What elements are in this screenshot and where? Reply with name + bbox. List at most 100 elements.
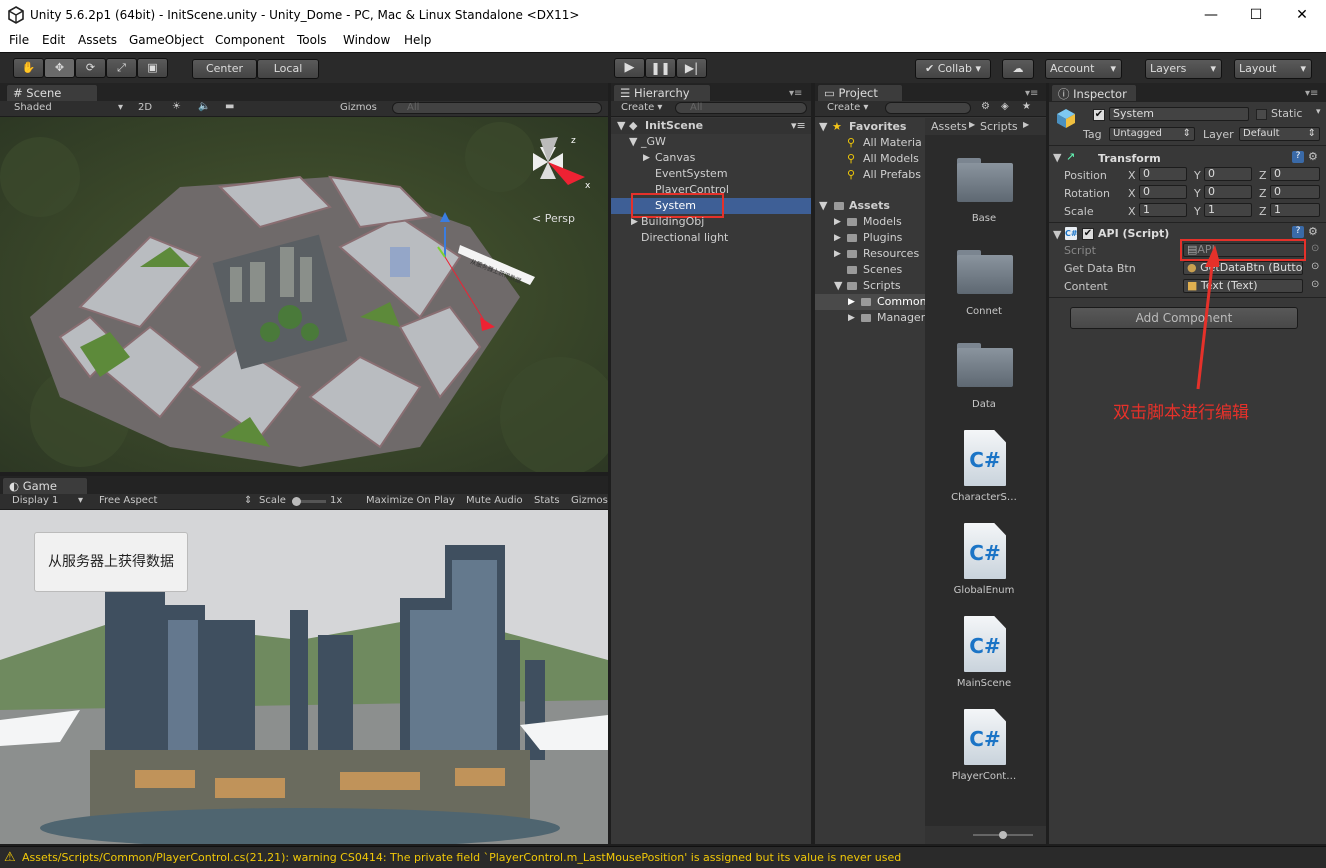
tag-dropdown[interactable]: Untagged ⇕ — [1109, 127, 1195, 141]
scene-root-row[interactable]: ▼ ◆ InitScene ▾≡ — [611, 118, 811, 134]
display-dropdown[interactable]: Display 1 — [12, 495, 58, 506]
scale-y-field[interactable]: 1 — [1204, 203, 1252, 217]
hand-tool-icon[interactable]: ✋ — [13, 58, 44, 78]
script-foldout-icon[interactable]: ▼ — [1053, 228, 1061, 241]
tab-hierarchy[interactable]: ☰ Hierarchy — [613, 84, 711, 101]
object-picker-icon[interactable]: ⊙ — [1311, 243, 1319, 254]
favorites-row[interactable]: ▼ ★ Favorites — [815, 119, 925, 135]
scale-z-field[interactable]: 1 — [1270, 203, 1320, 217]
component-enabled-checkbox[interactable]: ✔ — [1082, 228, 1094, 240]
panel-menu-icon[interactable]: ▾≡ — [1305, 88, 1318, 99]
list-item[interactable]: ▶ Canvas — [611, 150, 811, 166]
scale-slider-thumb[interactable] — [292, 497, 301, 506]
favorite-star-icon[interactable]: ★ — [1022, 101, 1031, 112]
rect-tool-icon[interactable]: ▣ — [137, 58, 168, 78]
object-name-field[interactable]: System — [1109, 107, 1249, 121]
list-item[interactable]: Directional light — [611, 230, 811, 246]
csharp-script-icon[interactable]: C# — [964, 709, 1006, 765]
list-item[interactable]: EventSystem — [611, 166, 811, 182]
mute-audio-toggle[interactable]: Mute Audio — [466, 495, 523, 506]
effects-icon[interactable]: ▬ — [225, 101, 234, 112]
folder-icon[interactable] — [957, 156, 1013, 202]
cloud-icon[interactable]: ☁ — [1002, 59, 1034, 79]
list-item[interactable]: ▶ Plugins — [815, 230, 925, 246]
tab-scene[interactable]: # Scene — [6, 84, 98, 101]
project-create-dropdown[interactable]: Create ▾ — [827, 102, 868, 113]
pivot-local-button[interactable]: Local — [257, 59, 319, 79]
2d-toggle[interactable]: 2D — [138, 102, 152, 113]
list-item[interactable]: ▼ _GW — [611, 134, 811, 150]
object-picker-icon[interactable]: ⊙ — [1311, 279, 1319, 290]
menu-gameobject[interactable]: GameObject — [129, 33, 204, 47]
csharp-script-icon[interactable]: C# — [964, 616, 1006, 672]
menu-help[interactable]: Help — [404, 33, 431, 47]
panel-menu-icon[interactable]: ▾≡ — [789, 88, 802, 99]
project-search-input[interactable] — [885, 102, 971, 114]
play-button[interactable]: ▶ — [614, 58, 645, 78]
tab-game[interactable]: ◐ Game — [2, 477, 88, 494]
scale-slider[interactable] — [292, 497, 326, 506]
transform-foldout-icon[interactable]: ▼ — [1053, 151, 1061, 164]
maximize-icon[interactable]: ☐ — [1241, 4, 1271, 26]
aspect-dropdown[interactable]: Free Aspect — [99, 495, 157, 506]
maximize-on-play-toggle[interactable]: Maximize On Play — [366, 495, 455, 506]
position-x-field[interactable]: 0 — [1139, 167, 1187, 181]
menu-tools[interactable]: Tools — [297, 33, 327, 47]
lighting-icon[interactable]: ☀ — [172, 101, 181, 112]
collab-button[interactable]: ✔ Collab ▾ — [915, 59, 991, 79]
csharp-script-icon[interactable]: C# — [964, 523, 1006, 579]
folder-icon[interactable] — [957, 341, 1013, 387]
game-viewport[interactable]: 从服务器上获得数据 — [0, 510, 608, 844]
layer-dropdown[interactable]: Default ⇕ — [1239, 127, 1320, 141]
list-item[interactable]: Scenes — [815, 262, 925, 278]
scale-x-field[interactable]: 1 — [1139, 203, 1187, 217]
folder-icon[interactable] — [957, 248, 1013, 294]
stats-toggle[interactable]: Stats — [534, 495, 560, 506]
settings-gear-icon[interactable]: ⚙ — [1308, 225, 1318, 238]
menu-file[interactable]: File — [9, 33, 29, 47]
list-item[interactable]: ▶ Resources — [815, 246, 925, 262]
scene-gizmos-dropdown[interactable]: Gizmos — [340, 102, 377, 113]
filter-type-icon[interactable]: ⚙ — [981, 101, 990, 112]
csharp-script-icon[interactable]: C# — [964, 430, 1006, 486]
rotate-tool-icon[interactable]: ⟳ — [75, 58, 106, 78]
rotation-x-field[interactable]: 0 — [1139, 185, 1187, 199]
object-picker-icon[interactable]: ⊙ — [1311, 261, 1319, 272]
pivot-center-button[interactable]: Center — [192, 59, 257, 79]
list-item-selected[interactable]: ▶ Common — [815, 294, 925, 310]
status-bar[interactable]: ⚠ Assets/Scripts/Common/PlayerControl.cs… — [0, 846, 1326, 868]
move-tool-icon[interactable]: ✥ — [44, 58, 75, 78]
rotation-y-field[interactable]: 0 — [1204, 185, 1252, 199]
minimize-icon[interactable]: — — [1196, 4, 1226, 26]
menu-component[interactable]: Component — [215, 33, 285, 47]
scene-search-input[interactable]: All — [392, 102, 602, 114]
tab-project[interactable]: ▭ Project — [817, 84, 903, 101]
menu-assets[interactable]: Assets — [78, 33, 117, 47]
list-item[interactable]: ⚲ All Prefabs — [815, 167, 925, 183]
assets-row[interactable]: ▼ Assets — [815, 198, 925, 214]
help-icon[interactable]: ? — [1292, 151, 1304, 163]
pause-button[interactable]: ❚❚ — [645, 58, 676, 78]
tab-inspector[interactable]: ⓘ Inspector — [1051, 84, 1137, 101]
panel-menu-icon[interactable]: ▾≡ — [1025, 88, 1038, 99]
position-z-field[interactable]: 0 — [1270, 167, 1320, 181]
settings-gear-icon[interactable]: ⚙ — [1308, 150, 1318, 163]
thumbnail-slider-thumb[interactable] — [999, 831, 1007, 839]
thumbnail-size-slider[interactable] — [973, 831, 1033, 839]
menu-window[interactable]: Window — [343, 33, 390, 47]
list-item[interactable]: ⚲ All Materia — [815, 135, 925, 151]
help-icon[interactable]: ? — [1292, 226, 1304, 238]
list-item[interactable]: ▶ Manager — [815, 310, 925, 326]
breadcrumb-item[interactable]: Scripts — [980, 120, 1018, 133]
shading-dropdown[interactable]: Shaded — [14, 102, 52, 113]
static-checkbox[interactable] — [1256, 109, 1267, 120]
get-data-button[interactable]: 从服务器上获得数据 — [34, 532, 188, 592]
layout-dropdown[interactable]: Layout ▾ — [1234, 59, 1312, 79]
scene-menu-icon[interactable]: ▾≡ — [791, 118, 806, 134]
list-item[interactable]: ▼ Scripts — [815, 278, 925, 294]
active-checkbox[interactable]: ✔ — [1093, 109, 1105, 121]
breadcrumb-item[interactable]: Assets — [931, 120, 967, 133]
filter-label-icon[interactable]: ◈ — [1001, 101, 1009, 112]
rotation-z-field[interactable]: 0 — [1270, 185, 1320, 199]
game-gizmos-toggle[interactable]: Gizmos — [571, 495, 608, 506]
